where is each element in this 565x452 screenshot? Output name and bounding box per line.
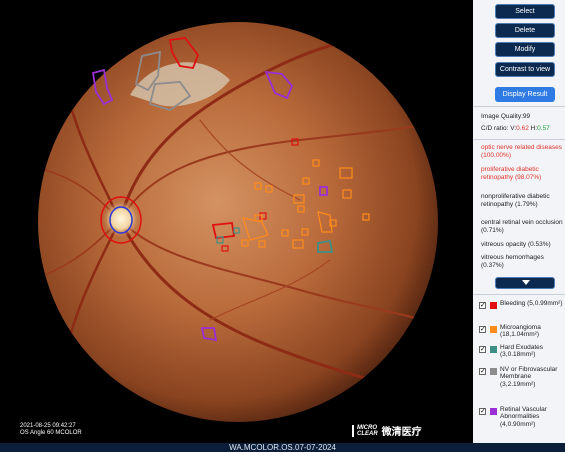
- divider: [473, 106, 565, 107]
- modify-button[interactable]: Modify: [495, 42, 555, 57]
- fundus-image[interactable]: [0, 0, 473, 443]
- results-panel: Select Delete Modify Contrast to view Di…: [473, 0, 565, 443]
- legend-label: Microangioma (18,1.04mm²): [500, 324, 541, 339]
- display-result-button[interactable]: Display Result: [495, 87, 555, 102]
- legend-swatch: [490, 326, 497, 333]
- finding-item: vitreous opacity (0.53%): [481, 241, 551, 248]
- legend-checkbox[interactable]: ✓: [479, 368, 486, 375]
- legend-label: Bleeding (5,0.99mm²): [500, 300, 563, 307]
- finding-item: proliferative diabetic retinopathy (98.0…: [481, 166, 542, 181]
- legend-checkbox[interactable]: ✓: [479, 346, 486, 353]
- legend-label: NV or Fibrovascular Membrane (3,2.19mm²): [500, 366, 558, 388]
- capture-info: 2021-08-25 09:42:27 OS Angle 60 MCOLOR: [20, 423, 82, 437]
- retina-disc: [38, 22, 438, 422]
- legend-checkbox[interactable]: ✓: [479, 302, 486, 309]
- finding-item: nonproliferative diabetic retinopathy (1…: [481, 193, 550, 208]
- brand-name: 微清医疗: [381, 427, 422, 438]
- expand-findings-dropdown[interactable]: [495, 277, 555, 289]
- legend-swatch: [490, 302, 497, 309]
- fundus-viewer[interactable]: 2021-08-25 09:42:27 OS Angle 60 MCOLOR M…: [0, 0, 473, 443]
- capture-timestamp: 2021-08-25 09:42:27: [20, 423, 76, 429]
- finding-item: vitreous hemorrhages (0.37%): [481, 254, 544, 269]
- legend-item-nv-membrane[interactable]: ✓ NV or Fibrovascular Membrane (3,2.19mm…: [479, 366, 563, 396]
- legend-swatch: [490, 408, 497, 415]
- finding-item: optic nerve related diseases (100.00%): [481, 144, 562, 159]
- legend-swatch: [490, 346, 497, 353]
- divider: [473, 294, 565, 295]
- capture-meta: OS Angle 60 MCOLOR: [20, 430, 82, 436]
- legend-checkbox[interactable]: ✓: [479, 326, 486, 333]
- legend-label: Hard Exudates (3,0.18mm²): [500, 344, 543, 359]
- legend-item-vascular-abnormalities[interactable]: ✓ Retinal Vascular Abnormalities (4,0.90…: [479, 406, 563, 436]
- chevron-down-icon: [522, 280, 530, 285]
- brand-watermark: MICRO CLEAR 微清医疗: [352, 423, 422, 438]
- cd-ratio: C/D ratio: V:0.62 H:0.57: [481, 125, 550, 132]
- legend-swatch: [490, 368, 497, 375]
- legend-label: Retinal Vascular Abnormalities (4,0.90mm…: [500, 406, 547, 428]
- image-quality: Image Quality:99: [481, 113, 531, 120]
- delete-button[interactable]: Delete: [495, 23, 555, 38]
- image-filename: WA.MCOLOR.OS.07-07-2024: [229, 443, 336, 452]
- image-filename-bar: WA.MCOLOR.OS.07-07-2024: [0, 443, 565, 452]
- brand-logo: MICRO CLEAR: [352, 424, 378, 437]
- select-button[interactable]: Select: [495, 4, 555, 19]
- legend-checkbox[interactable]: ✓: [479, 408, 486, 415]
- contrast-view-button[interactable]: Contrast to view: [495, 62, 555, 77]
- divider: [473, 139, 565, 140]
- finding-item: central retinal vein occlusion (0.71%): [481, 219, 563, 234]
